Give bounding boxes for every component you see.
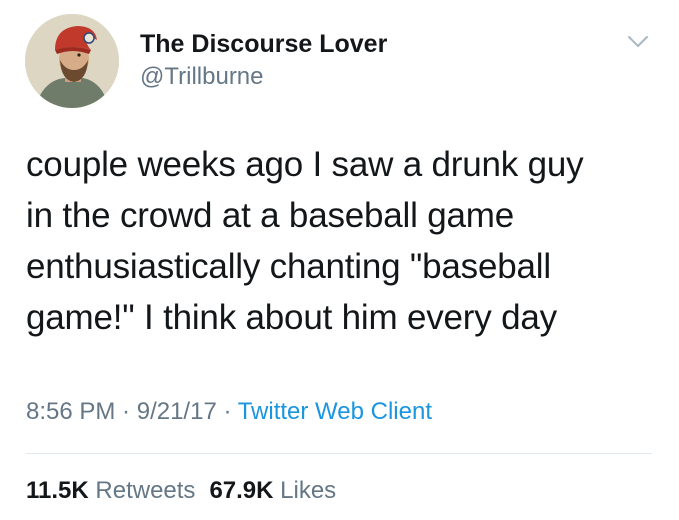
tweet-text-line: couple weeks ago I saw a drunk guy (26, 145, 584, 184)
tweet-time[interactable]: 8:56 PM (26, 398, 115, 425)
avatar-image (25, 14, 119, 108)
divider (26, 453, 652, 454)
retweets-count: 11.5K (26, 477, 89, 504)
tweet-text-line: game!" I think about him every day (26, 298, 557, 337)
tweet-meta: 8:56 PM · 9/21/17 · Twitter Web Client (26, 398, 432, 426)
likes-stat[interactable]: 67.9K Likes (209, 477, 336, 504)
tweet-text-line: enthusiastically chanting "baseball (26, 247, 551, 286)
chevron-down-icon[interactable] (626, 32, 650, 52)
tweet-text-line: in the crowd at a baseball game (26, 196, 514, 235)
likes-count: 67.9K (209, 477, 274, 504)
meta-separator: · (115, 398, 137, 425)
tweet-text: couple weeks ago I saw a drunk guy in th… (26, 139, 666, 343)
meta-separator: · (216, 398, 238, 425)
author-display-name[interactable]: The Discourse Lover (140, 30, 387, 59)
tweet-date[interactable]: 9/21/17 (137, 398, 217, 425)
tweet-source-link[interactable]: Twitter Web Client (238, 398, 432, 425)
tweet-stats: 11.5K Retweets 67.9K Likes (26, 477, 336, 505)
likes-label: Likes (280, 477, 337, 504)
author-avatar[interactable] (25, 14, 119, 108)
retweets-label: Retweets (95, 477, 196, 504)
tweet-card: The Discourse Lover @Trillburne couple w… (0, 0, 679, 520)
retweets-stat[interactable]: 11.5K Retweets (26, 477, 195, 504)
author-handle[interactable]: @Trillburne (140, 63, 264, 91)
